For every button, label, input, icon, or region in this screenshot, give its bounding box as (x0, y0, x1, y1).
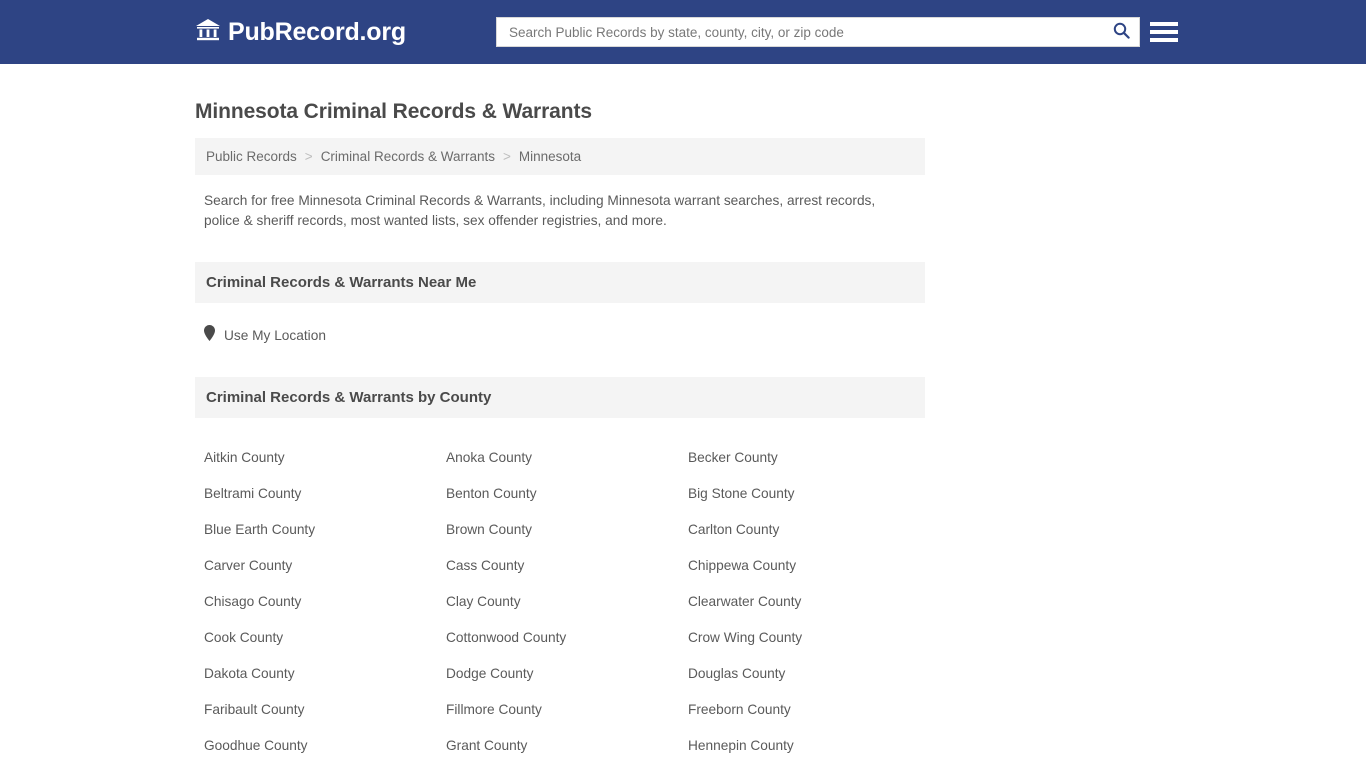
search-box (496, 17, 1140, 47)
county-link[interactable]: Carver County (204, 548, 446, 584)
page-title: Minnesota Criminal Records & Warrants (195, 100, 592, 123)
county-link[interactable]: Aitkin County (204, 440, 446, 476)
menu-bar-2 (1150, 30, 1178, 34)
county-link[interactable]: Clay County (446, 584, 688, 620)
map-pin-icon (204, 325, 215, 346)
county-link[interactable]: Faribault County (204, 692, 446, 728)
county-link[interactable]: Anoka County (446, 440, 688, 476)
county-link[interactable]: Hubbard County (446, 764, 688, 768)
county-link[interactable]: Chisago County (204, 584, 446, 620)
county-link[interactable]: Dodge County (446, 656, 688, 692)
county-link[interactable]: Goodhue County (204, 728, 446, 764)
site-header: PubRecord.org (0, 0, 1366, 64)
county-link[interactable]: Big Stone County (688, 476, 930, 512)
county-link[interactable]: Hennepin County (688, 728, 930, 764)
county-link[interactable]: Cass County (446, 548, 688, 584)
section-heading-near-me: Criminal Records & Warrants Near Me (195, 262, 925, 303)
content-container: Minnesota Criminal Records & Warrants Pu… (195, 100, 925, 768)
county-link[interactable]: Dakota County (204, 656, 446, 692)
county-link[interactable]: Carlton County (688, 512, 930, 548)
county-link[interactable]: Brown County (446, 512, 688, 548)
search-icon (1113, 22, 1130, 42)
search-input[interactable] (507, 19, 1107, 45)
county-link[interactable]: Isanti County (688, 764, 930, 768)
use-my-location-label: Use My Location (224, 328, 326, 343)
brand-name: PubRecord.org (228, 17, 406, 46)
section-heading-by-county: Criminal Records & Warrants by County (195, 377, 925, 418)
bank-building-icon (195, 18, 221, 47)
menu-bar-1 (1150, 22, 1178, 26)
county-link[interactable]: Becker County (688, 440, 930, 476)
county-link[interactable]: Freeborn County (688, 692, 930, 728)
page-body: Minnesota Criminal Records & Warrants Pu… (0, 64, 1366, 768)
hamburger-menu-icon[interactable] (1150, 19, 1178, 45)
county-link[interactable]: Crow Wing County (688, 620, 930, 656)
brand-logo-link[interactable]: PubRecord.org (195, 18, 406, 47)
breadcrumb-item-public-records[interactable]: Public Records (206, 149, 297, 164)
page-description: Search for free Minnesota Criminal Recor… (204, 193, 876, 228)
breadcrumb-item-criminal-records-warrants[interactable]: Criminal Records & Warrants (321, 149, 495, 164)
menu-bar-3 (1150, 38, 1178, 42)
county-link[interactable]: Cook County (204, 620, 446, 656)
breadcrumb-item-minnesota: Minnesota (518, 149, 582, 164)
county-link[interactable]: Blue Earth County (204, 512, 446, 548)
county-link[interactable]: Benton County (446, 476, 688, 512)
county-link[interactable]: Fillmore County (446, 692, 688, 728)
county-link[interactable]: Douglas County (688, 656, 930, 692)
county-link[interactable]: Chippewa County (688, 548, 930, 584)
breadcrumb: Public Records > Criminal Records & Warr… (195, 138, 925, 175)
county-list: Aitkin County Anoka County Becker County… (204, 440, 925, 768)
search-button[interactable] (1107, 19, 1135, 45)
county-link[interactable]: Grant County (446, 728, 688, 764)
search-bar (496, 17, 1140, 47)
breadcrumb-separator: > (304, 149, 313, 164)
use-my-location-button[interactable]: Use My Location (204, 325, 326, 346)
county-link[interactable]: Houston County (204, 764, 446, 768)
county-link[interactable]: Cottonwood County (446, 620, 688, 656)
county-link[interactable]: Clearwater County (688, 584, 930, 620)
breadcrumb-separator: > (502, 149, 511, 164)
county-link[interactable]: Beltrami County (204, 476, 446, 512)
